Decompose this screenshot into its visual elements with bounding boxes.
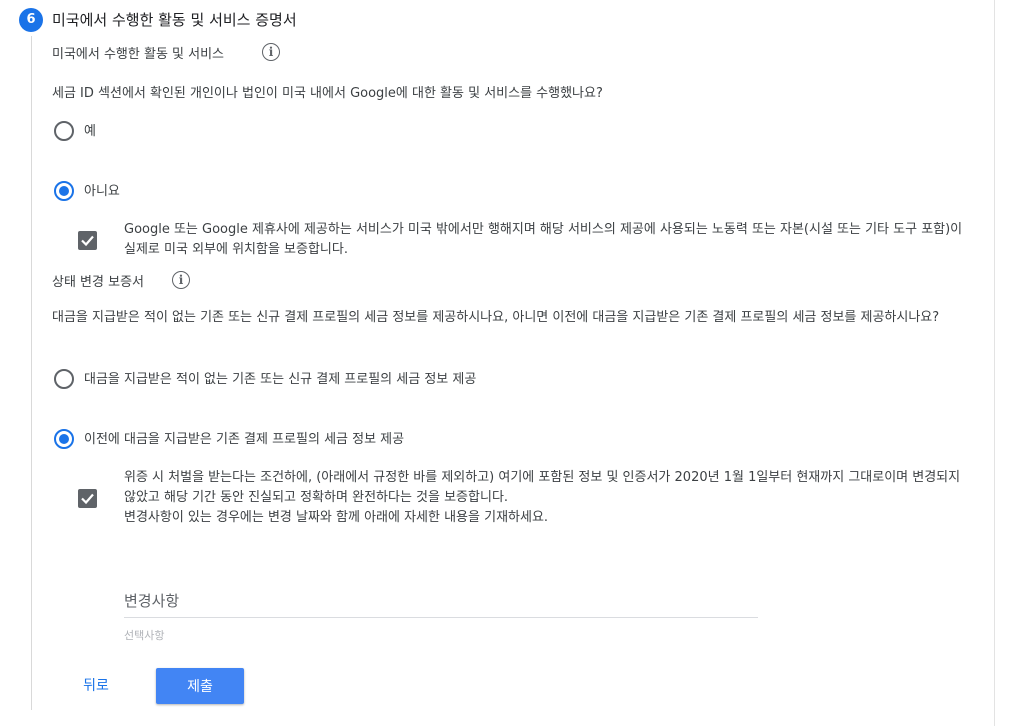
step-number-badge: 6 <box>19 8 43 32</box>
activities-certification-checkbox[interactable] <box>78 231 97 250</box>
info-icon[interactable]: i <box>262 43 280 61</box>
check-icon <box>81 493 94 505</box>
changes-input[interactable] <box>124 586 758 616</box>
status-change-heading: 상태 변경 보증서 <box>52 275 144 290</box>
radio-existing-profile-label: 이전에 대금을 지급받은 기존 결제 프로필의 세금 정보 제공 <box>84 432 405 447</box>
radio-no[interactable] <box>54 181 74 201</box>
activities-question: 세금 ID 섹션에서 확인된 개인이나 법인이 미국 내에서 Google에 대… <box>52 86 603 101</box>
activities-heading: 미국에서 수행한 활동 및 서비스 <box>52 47 225 62</box>
radio-existing-profile[interactable] <box>54 429 74 449</box>
changes-field <box>124 586 758 618</box>
info-icon[interactable]: i <box>172 271 190 289</box>
status-certification-checkbox[interactable] <box>78 489 97 508</box>
step-connector-line <box>31 36 32 710</box>
submit-button[interactable]: 제출 <box>156 668 244 704</box>
status-change-question: 대금을 지급받은 적이 없는 기존 또는 신규 결제 프로필의 세금 정보를 제… <box>52 310 940 325</box>
radio-new-profile[interactable] <box>54 369 74 389</box>
radio-no-label: 아니요 <box>84 184 120 199</box>
radio-yes-label: 예 <box>84 124 96 139</box>
check-icon <box>81 235 94 247</box>
status-certification-note: 변경사항이 있는 경우에는 변경 날짜와 함께 아래에 자세한 내용을 기재하세… <box>124 510 549 525</box>
status-certification-text: 위증 시 처벌을 받는다는 조건하에, (아래에서 규정한 바를 제외하고) 여… <box>124 470 961 505</box>
back-button[interactable]: 뒤로 <box>70 668 122 702</box>
tax-form-page: 6 미국에서 수행한 활동 및 서비스 증명서 미국에서 수행한 활동 및 서비… <box>0 0 1017 726</box>
divider <box>994 0 995 726</box>
radio-yes[interactable] <box>54 121 74 141</box>
optional-hint: 선택사항 <box>124 629 165 642</box>
activities-certification-text: Google 또는 Google 제휴사에 제공하는 서비스가 미국 밖에서만 … <box>124 222 963 257</box>
section-title: 미국에서 수행한 활동 및 서비스 증명서 <box>52 11 297 29</box>
radio-new-profile-label: 대금을 지급받은 적이 없는 기존 또는 신규 결제 프로필의 세금 정보 제공 <box>84 372 477 387</box>
